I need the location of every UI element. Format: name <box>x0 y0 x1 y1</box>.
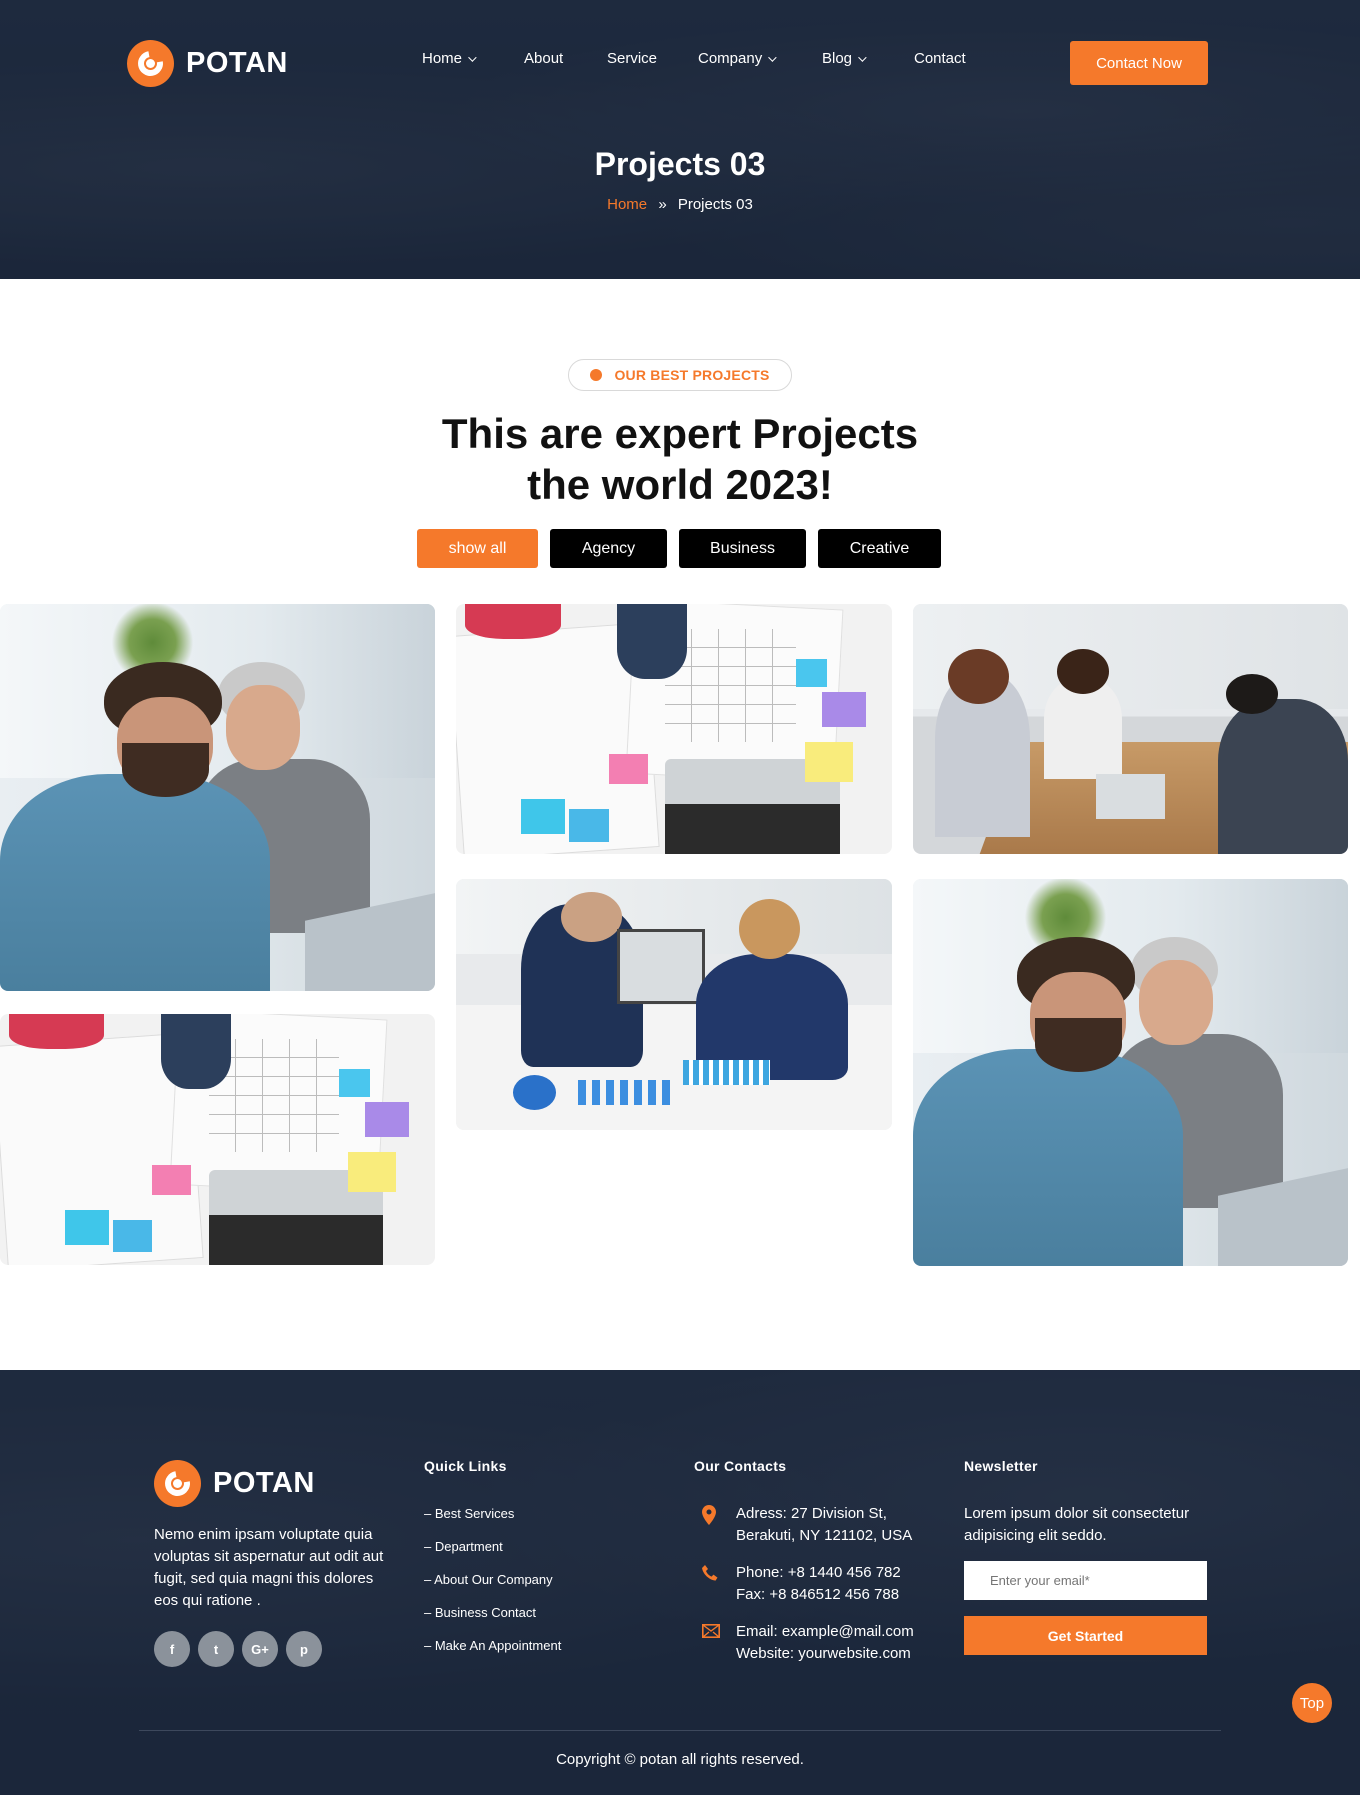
quick-link-about-company[interactable]: – About Our Company <box>424 1572 561 1587</box>
contact-now-button[interactable]: Contact Now <box>1070 41 1208 85</box>
section-tag: OUR BEST PROJECTS <box>568 359 792 391</box>
breadcrumb-separator: » <box>658 196 667 213</box>
section-title-line1: This are expert Projects <box>441 410 919 457</box>
copyright-text: Copyright © potan all rights reserved. <box>556 1751 804 1768</box>
logo-mark-icon <box>154 1460 201 1507</box>
breadcrumb: Home » Projects 03 <box>0 196 1360 213</box>
logo-mark-icon <box>127 40 174 87</box>
section-title-line2: the world 2023! <box>527 461 833 508</box>
nav-about[interactable]: About <box>524 50 607 67</box>
footer-divider <box>139 1730 1221 1731</box>
nav-home[interactable]: Home <box>422 50 524 67</box>
breadcrumb-current: Projects 03 <box>677 196 753 213</box>
contact-address: Adress: 27 Division St, Berakuti, NY 121… <box>702 1503 914 1547</box>
section-title: This are expert Projects the world 2023! <box>0 408 1360 510</box>
pinterest-icon[interactable]: p <box>286 1631 322 1667</box>
nav-company[interactable]: Company <box>698 50 822 67</box>
project-image[interactable] <box>456 604 892 854</box>
quick-links-heading: Quick Links <box>424 1458 507 1474</box>
chevron-down-icon <box>768 52 777 62</box>
address-line2: Berakuti, NY 121102, USA <box>736 1527 913 1544</box>
nav-service-label: Service <box>607 50 658 67</box>
contacts-heading: Our Contacts <box>694 1458 787 1474</box>
newsletter-email-input[interactable] <box>964 1561 1207 1600</box>
google-plus-icon[interactable]: G+ <box>242 1631 278 1667</box>
page-header: POTAN Home About Service Company Blog Co… <box>0 0 1360 279</box>
filter-show-all[interactable]: show all <box>417 529 538 568</box>
map-pin-icon <box>702 1503 722 1547</box>
project-filters: show all Agency Business Creative <box>417 529 941 568</box>
page-title: Projects 03 <box>594 146 766 182</box>
footer-logo[interactable]: POTAN <box>154 1460 315 1507</box>
fax-line: Fax: +8 846512 456 788 <box>736 1586 900 1603</box>
quick-link-best-services[interactable]: – Best Services <box>424 1506 561 1521</box>
project-image[interactable] <box>913 879 1348 1266</box>
project-image[interactable] <box>0 604 435 991</box>
nav-company-label: Company <box>698 50 763 67</box>
phone-icon <box>702 1562 722 1606</box>
social-links: f t G+ p <box>154 1631 322 1667</box>
contact-phone: Phone: +8 1440 456 782 Fax: +8 846512 45… <box>702 1562 914 1606</box>
logo-text: POTAN <box>186 47 288 79</box>
newsletter-text: Lorem ipsum dolor sit consectetur adipis… <box>964 1505 1190 1544</box>
footer-logo-text: POTAN <box>213 1467 315 1499</box>
nav-contact[interactable]: Contact <box>914 50 966 67</box>
nav-home-label: Home <box>422 50 463 67</box>
footer-about-text: Nemo enim ipsam voluptate quia voluptas … <box>154 1526 384 1609</box>
phone-line: Phone: +8 1440 456 782 <box>736 1564 901 1581</box>
site-logo[interactable]: POTAN <box>127 40 288 87</box>
project-image[interactable] <box>913 604 1348 854</box>
breadcrumb-home-link[interactable]: Home <box>607 196 647 213</box>
contacts-block: Adress: 27 Division St, Berakuti, NY 121… <box>702 1503 914 1680</box>
section-tag-label: OUR BEST PROJECTS <box>614 367 770 383</box>
nav-service[interactable]: Service <box>607 50 698 67</box>
website-line: Website: yourwebsite.com <box>736 1645 911 1662</box>
quick-links-list: – Best Services – Department – About Our… <box>424 1506 561 1671</box>
back-to-top-button[interactable]: Top <box>1292 1683 1332 1723</box>
quick-link-business-contact[interactable]: – Business Contact <box>424 1605 561 1620</box>
nav-blog[interactable]: Blog <box>822 50 914 67</box>
nav-contact-label: Contact <box>914 50 966 67</box>
address-line1: Adress: 27 Division St, <box>736 1505 887 1522</box>
email-line: Email: example@mail.com <box>736 1623 914 1640</box>
filter-business[interactable]: Business <box>679 529 806 568</box>
project-image[interactable] <box>456 879 892 1130</box>
envelope-icon <box>702 1621 722 1665</box>
quick-link-make-appointment[interactable]: – Make An Appointment <box>424 1638 561 1653</box>
filter-agency[interactable]: Agency <box>550 529 667 568</box>
chevron-down-icon <box>858 52 867 62</box>
main-nav: Home About Service Company Blog Contact <box>422 50 966 67</box>
quick-link-department[interactable]: – Department <box>424 1539 561 1554</box>
contact-email: Email: example@mail.com Website: yourweb… <box>702 1621 914 1665</box>
get-started-button[interactable]: Get Started <box>964 1616 1207 1655</box>
site-footer: POTAN Nemo enim ipsam voluptate quia vol… <box>0 1370 1360 1795</box>
nav-blog-label: Blog <box>822 50 853 67</box>
facebook-icon[interactable]: f <box>154 1631 190 1667</box>
filter-creative[interactable]: Creative <box>818 529 941 568</box>
newsletter-heading: Newsletter <box>964 1458 1038 1474</box>
dot-icon <box>590 369 603 381</box>
nav-about-label: About <box>524 50 564 67</box>
project-image[interactable] <box>0 1014 435 1265</box>
chevron-down-icon <box>468 52 477 62</box>
twitter-icon[interactable]: t <box>198 1631 234 1667</box>
